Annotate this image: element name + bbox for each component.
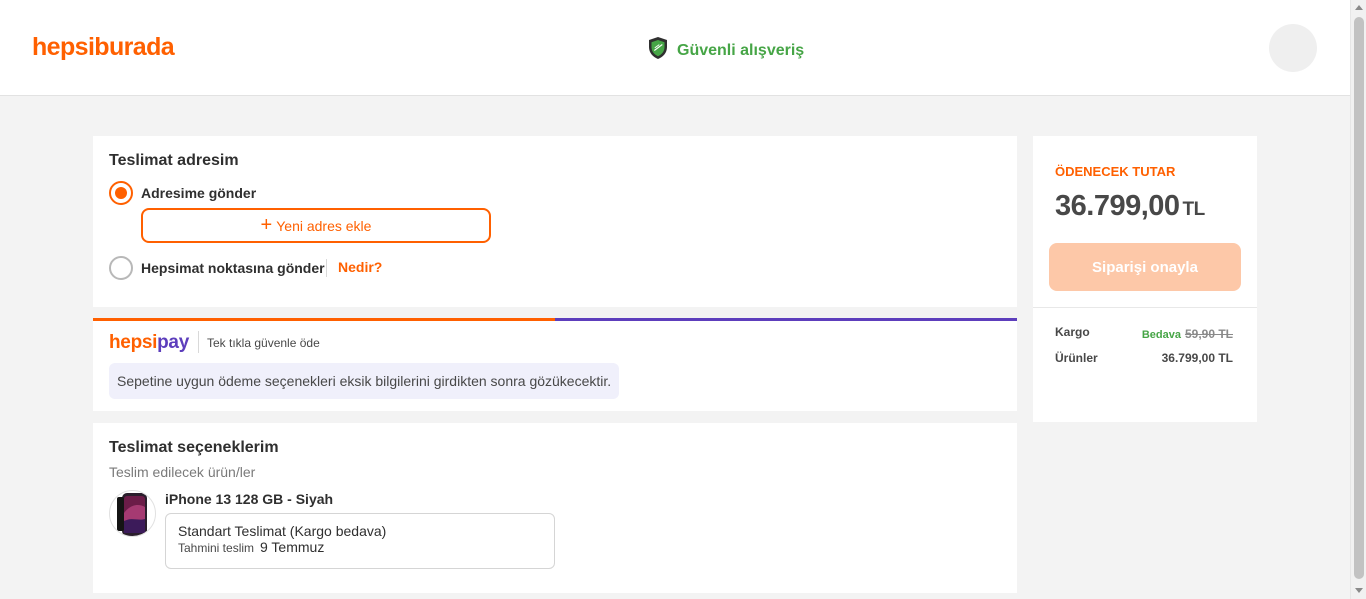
order-summary-card: ÖDENECEK TUTAR 36.799,00 TL Siparişi onay… bbox=[1033, 136, 1257, 422]
divider bbox=[326, 259, 327, 277]
plus-icon: + bbox=[260, 213, 273, 236]
shipping-method-box[interactable]: Standart Teslimat (Kargo bedava) Tahmini… bbox=[165, 513, 555, 569]
hepsipay-logo-second: pay bbox=[157, 332, 189, 353]
confirm-order-button[interactable]: Siparişi onayla bbox=[1049, 243, 1241, 291]
divider bbox=[198, 331, 199, 353]
delivery-options-title: Teslimat seçeneklerim bbox=[109, 439, 279, 456]
ship-to-address-radio[interactable] bbox=[109, 181, 133, 205]
scrollbar-thumb[interactable] bbox=[1354, 17, 1364, 579]
hepsiburada-logo[interactable]: hepsiburada bbox=[32, 33, 175, 62]
amount-due-value: 36.799,00 bbox=[1055, 190, 1180, 222]
hepsipay-tagline: Tek tıkla güvenle öde bbox=[207, 336, 320, 350]
scroll-down-arrow-icon[interactable] bbox=[1355, 588, 1363, 593]
cargo-label: Kargo bbox=[1055, 325, 1090, 339]
scroll-up-arrow-icon[interactable] bbox=[1355, 5, 1363, 10]
amount-due-currency: TL bbox=[1182, 199, 1206, 220]
hepsipay-bar-purple bbox=[555, 318, 1017, 321]
cargo-price: Bedava 59,90 TL bbox=[1142, 327, 1233, 341]
payment-info-note: Sepetine uygun ödeme seçenekleri eksik b… bbox=[109, 363, 620, 399]
ship-to-hepsimat-label[interactable]: Hepsimat noktasına gönder bbox=[141, 260, 325, 276]
product-name[interactable]: iPhone 13 128 GB - Siyah bbox=[165, 491, 333, 507]
delivery-options-card: Teslimat seçeneklerim Teslim edilecek ür… bbox=[93, 423, 1017, 593]
hepsipay-card: hepsipay Tek tıkla güvenle öde Sepetine … bbox=[93, 318, 1017, 411]
cargo-old-price: 59,90 TL bbox=[1184, 327, 1233, 341]
hepsipay-logo-first: hepsi bbox=[109, 332, 158, 353]
what-is-hepsimat-link[interactable]: Nedir? bbox=[338, 259, 382, 275]
add-new-address-button[interactable]: + Yeni adres ekle bbox=[141, 208, 491, 243]
add-new-address-label: Yeni adres ekle bbox=[276, 217, 372, 234]
summary-divider bbox=[1033, 307, 1257, 308]
amount-due-title: ÖDENECEK TUTAR bbox=[1055, 164, 1176, 179]
page-scrollbar[interactable] bbox=[1350, 0, 1366, 599]
secure-shopping-label: Güvenli alışveriş bbox=[677, 41, 805, 59]
secure-shopping-badge: Güvenli alışveriş bbox=[647, 36, 804, 65]
product-thumbnail[interactable] bbox=[109, 490, 156, 537]
ship-to-hepsimat-radio[interactable] bbox=[109, 256, 133, 280]
delivery-address-title: Teslimat adresim bbox=[109, 152, 239, 169]
estimated-delivery-date: 9 Temmuz bbox=[260, 539, 325, 555]
estimated-delivery-label: Tahmini teslim bbox=[178, 541, 255, 555]
user-avatar[interactable] bbox=[1269, 24, 1317, 72]
shipping-method-label: Standart Teslimat (Kargo bedava) bbox=[178, 523, 387, 539]
delivery-options-subtitle: Teslim edilecek ürün/ler bbox=[109, 464, 256, 480]
products-price: 36.799,00 TL bbox=[1161, 351, 1233, 365]
ship-to-address-label[interactable]: Adresime gönder bbox=[141, 185, 256, 201]
products-label: Ürünler bbox=[1055, 351, 1098, 365]
shield-icon bbox=[647, 36, 669, 65]
iphone-image-icon bbox=[117, 493, 147, 536]
hepsipay-bar-orange bbox=[93, 318, 555, 321]
top-header: hepsiburada Güvenli alışveriş bbox=[0, 0, 1350, 96]
cargo-free-label: Bedava bbox=[1141, 329, 1181, 341]
delivery-address-card: Teslimat adresim Adresime gönder + Yeni … bbox=[93, 136, 1017, 307]
amount-due: 36.799,00 TL bbox=[1055, 190, 1205, 223]
hepsipay-logo: hepsipay bbox=[109, 332, 189, 354]
